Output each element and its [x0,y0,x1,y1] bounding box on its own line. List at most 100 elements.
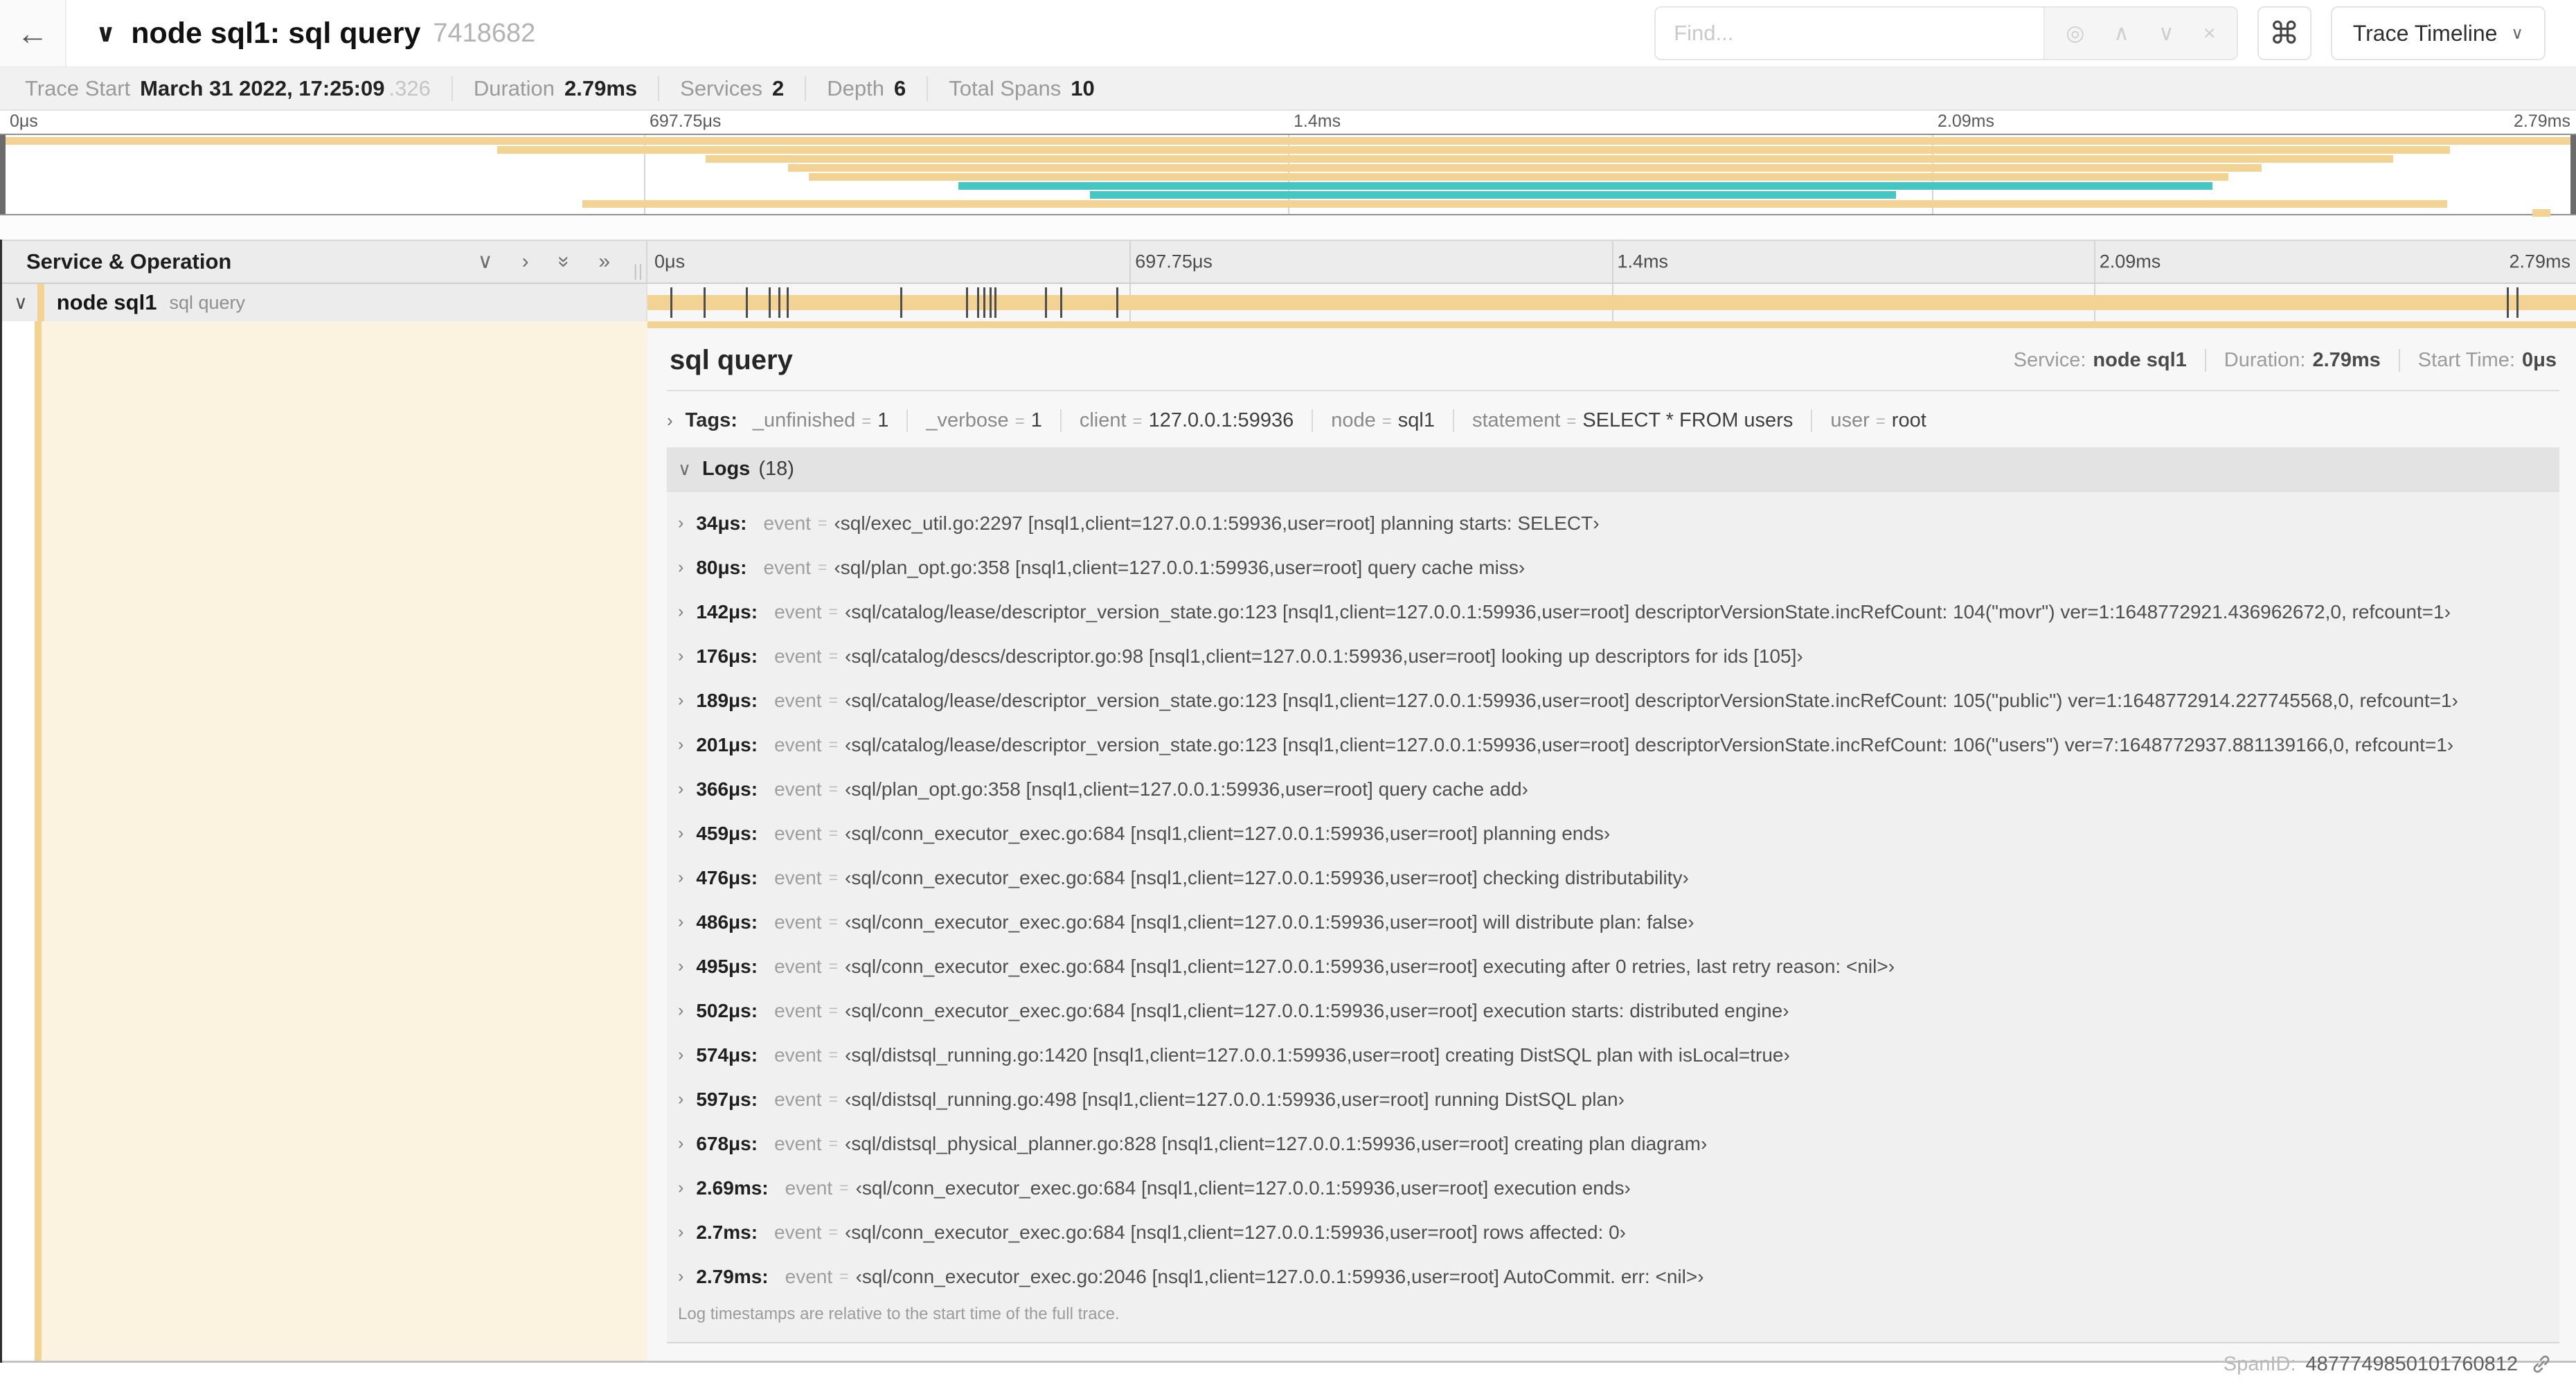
expand-all-icon[interactable]: » [598,251,610,272]
equals-sign: = [828,1046,839,1064]
log-message: ‹sql/catalog/lease/descriptor_version_st… [845,733,2454,755]
log-marker-tick [1116,287,1118,318]
log-timestamp: 201μs: [696,733,758,755]
log-row[interactable]: › 486μs: event = ‹sql/conn_executor_exec.go:… [667,900,2559,945]
log-timestamp: 176μs: [696,645,758,667]
equals-sign: = [828,1090,839,1109]
log-row[interactable]: › 678μs: event = ‹sql/distsql_physical_plann… [667,1122,2559,1166]
next-result-icon[interactable]: ∨ [2158,21,2174,46]
log-row[interactable]: › 80μs: event = ‹sql/plan_opt.go:358 [nsql1,… [667,546,2559,590]
chevron-right-icon: › [678,956,684,976]
log-timestamp: 2.79ms: [696,1265,769,1287]
log-row[interactable]: › 597μs: event = ‹sql/distsql_running.go:498… [667,1077,2559,1122]
log-row[interactable]: › 495μs: event = ‹sql/conn_executor_exec.go:… [667,945,2559,989]
expand-one-icon[interactable]: › [522,251,529,272]
collapse-one-icon[interactable]: ∨ [478,251,493,272]
column-resize-grip[interactable]: || [634,262,643,281]
log-marker-tick [2506,287,2509,318]
logs-accordion-toggle[interactable]: ∨ Logs (18) [667,447,2559,492]
timeline-ticks-header: 0μs 697.75μs 1.4ms 2.09ms 2.79ms [647,241,2576,283]
view-selector-button[interactable]: Trace Timeline ∨ [2330,6,2546,60]
tag-item: user = root [1811,409,1926,432]
log-marker-tick [670,287,673,318]
tag-key: statement [1472,409,1561,431]
locate-icon[interactable]: ◎ [2066,21,2084,46]
minimap-right-scrubber[interactable] [2570,135,2576,214]
log-row[interactable]: › 201μs: event = ‹sql/catalog/lease/descript… [667,723,2559,767]
tag-key: client [1079,409,1127,431]
log-row[interactable]: › 176μs: event = ‹sql/catalog/descs/descript… [667,634,2559,679]
spacer [0,215,2576,240]
span-bar-cell[interactable] [647,284,2576,321]
minimap-row [0,155,2576,163]
log-field-key: event [774,822,822,844]
minimap-tick-labels: 0μs 697.75μs 1.4ms 2.09ms 2.79ms [0,111,2576,134]
back-button[interactable]: ← [0,0,66,66]
log-row[interactable]: › 2.69ms: event = ‹sql/conn_executor_exec.go… [667,1166,2559,1210]
trace-collapse-icon[interactable]: ∨ [96,19,116,48]
equals-sign: = [861,411,872,431]
tags-label: Tags: [685,409,737,431]
log-field-key: event [774,645,822,667]
equals-sign: = [1875,411,1886,431]
tag-item: statement = SELECT * FROM users [1452,409,1793,432]
log-field-key: event [774,1088,822,1110]
span-name-cell[interactable]: ∨ node sql1 sql query [0,284,647,321]
log-timestamp: 678μs: [696,1132,758,1154]
tag-key: _verbose [926,409,1009,431]
log-row[interactable]: › 366μs: event = ‹sql/plan_opt.go:358 [nsql1… [667,767,2559,812]
prev-result-icon[interactable]: ∧ [2113,21,2129,46]
span-detail-header: sql query Service: node sql1 Duration: 2.79… [667,328,2559,391]
timeline-minimap[interactable] [0,134,2576,217]
deep-link-icon[interactable] [2530,1353,2552,1375]
span-collapse-icon[interactable]: ∨ [14,292,28,314]
trace-stat-value: 2 [772,75,785,100]
tags-accordion-toggle[interactable]: › Tags: _unfinished = 1 _verbose = 1 client = 12… [667,391,2559,447]
minimap-left-scrubber[interactable] [0,135,6,214]
log-marker-tick [746,287,749,318]
log-row[interactable]: › 459μs: event = ‹sql/conn_executor_exec.go:… [667,812,2559,856]
trace-page: ← ∨ node sql1: sql query 7418682 ◎ ∧ ∨ × ⌘ … [0,0,2576,1375]
log-row[interactable]: › 574μs: event = ‹sql/distsql_running.go:142… [667,1033,2559,1077]
span-meta: Service: node sql1 Duration: 2.79ms Start Ti… [2014,348,2557,372]
clear-search-icon[interactable]: × [2203,21,2216,46]
tag-value: 1 [1030,409,1042,431]
minimap-row [0,200,2576,208]
tag-key: node [1331,409,1376,431]
collapse-all-icon[interactable]: » [553,256,575,268]
timeline-header-row: Service & Operation ∨ › » » || 0μs 697.75μs 1… [0,240,2576,284]
timeline-tick-label: 0μs [654,251,686,272]
log-row[interactable]: › 189μs: event = ‹sql/catalog/lease/descript… [667,679,2559,723]
tag-value: 127.0.0.1:59936 [1148,409,1294,431]
find-input[interactable] [1656,8,2044,59]
log-row[interactable]: › 2.7ms: event = ‹sql/conn_executor_exec.go:… [667,1210,2559,1255]
log-marker-tick [786,287,789,318]
span-row: ∨ node sql1 sql query [0,284,2576,321]
timeline-tick-label: 697.75μs [1135,251,1213,272]
log-field-key: event [774,1132,822,1154]
trace-stat-label: Total Spans [949,75,1062,100]
log-timestamp: 502μs: [696,999,758,1021]
logs-footer-note: Log timestamps are relative to the start… [667,1298,2559,1343]
logs-label: Logs [702,457,751,480]
span-meta-item: Start Time: 0μs [2398,348,2557,372]
log-field-key: event [774,911,822,933]
chevron-right-icon: › [678,823,684,843]
service-operation-header: Service & Operation ∨ › » » || [0,241,647,283]
chevron-right-icon: › [678,912,684,932]
logs-accordion: ∨ Logs (18) › 34μs: event = ‹sql/exec_util.g… [667,447,2559,1343]
logs-count: (18) [758,457,794,480]
log-row[interactable]: › 34μs: event = ‹sql/exec_util.go:2297 [nsql… [667,501,2559,546]
span-duration-bar[interactable] [647,295,2576,310]
page-title: node sql1: sql query [131,16,421,50]
keyboard-shortcuts-button[interactable]: ⌘ [2257,6,2311,60]
log-row[interactable]: › 2.79ms: event = ‹sql/conn_executor_exec.go… [667,1255,2559,1299]
equals-sign: = [1566,411,1577,431]
log-row[interactable]: › 142μs: event = ‹sql/catalog/lease/descript… [667,590,2559,634]
log-row[interactable]: › 502μs: event = ‹sql/conn_executor_exec.go:… [667,989,2559,1033]
log-row[interactable]: › 476μs: event = ‹sql/conn_executor_exec.go:… [667,856,2559,900]
chevron-right-icon: › [678,690,684,710]
minimap-row [0,191,2576,199]
equals-sign: = [828,780,839,798]
trace-stat-suffix: .326 [388,75,431,100]
